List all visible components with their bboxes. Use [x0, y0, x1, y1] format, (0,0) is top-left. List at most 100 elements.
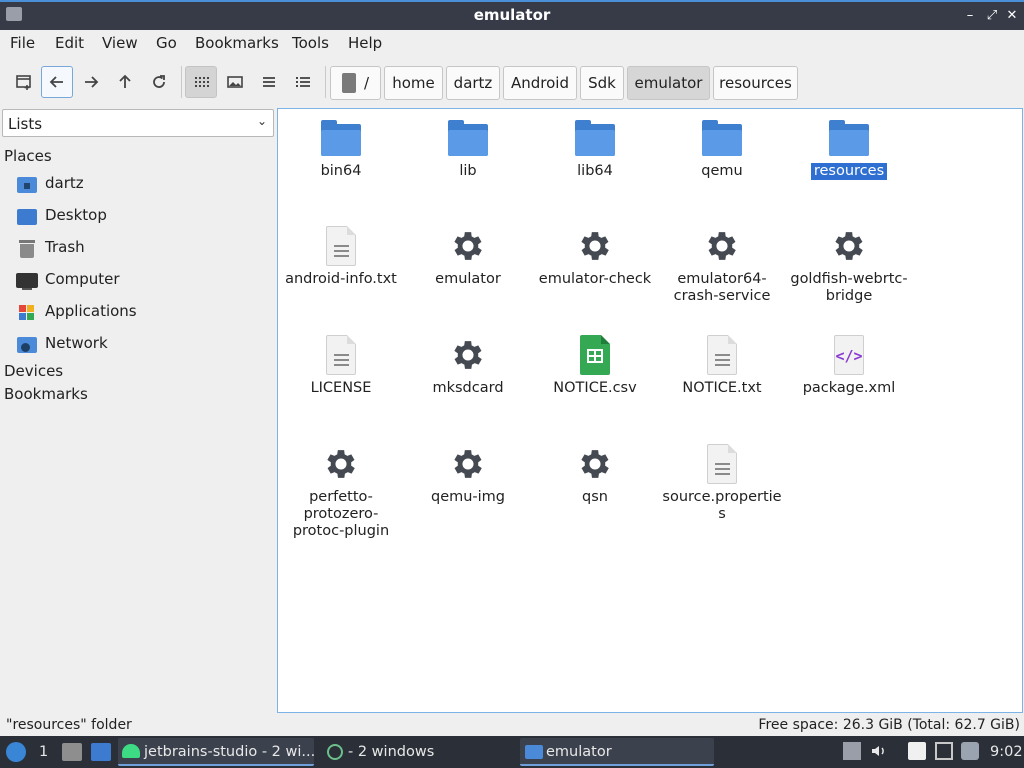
file-name: NOTICE.txt [682, 380, 762, 396]
places-heading[interactable]: Places [4, 147, 52, 165]
file-item-qemu-img[interactable]: qemu-img [408, 443, 528, 506]
back-button[interactable] [41, 66, 73, 98]
show-desktop-icon[interactable] [91, 743, 111, 761]
window-title: emulator [473, 6, 551, 24]
task-emulator[interactable]: emulator [520, 738, 714, 766]
trash-icon [16, 238, 38, 258]
file-item-lib64[interactable]: lib64 [535, 117, 655, 180]
detailed-list-icon [296, 77, 310, 87]
file-item-source-properties[interactable]: source.properties [662, 443, 782, 523]
icon-view-button[interactable] [185, 66, 217, 98]
file-name: emulator64-crash-service [673, 271, 771, 304]
new-tab-button[interactable] [8, 66, 40, 98]
file-item-emulator-check[interactable]: emulator-check [535, 225, 655, 288]
place-trash[interactable]: Trash [16, 236, 266, 260]
forward-button[interactable] [75, 66, 107, 98]
gear-icon [319, 443, 363, 487]
file-icon-view[interactable]: bin64 lib lib64 qemu resources android-i… [277, 108, 1023, 713]
xml-file-icon: </> [827, 334, 871, 378]
detailed-list-view-button[interactable] [287, 66, 319, 98]
clock[interactable]: 9:02 [990, 739, 1023, 765]
window-titlebar[interactable]: emulator – ⤢ ✕ [0, 0, 1024, 30]
thumbnail-view-button[interactable] [219, 66, 251, 98]
close-button[interactable]: ✕ [1002, 6, 1022, 26]
new-tab-icon [16, 75, 31, 90]
breadcrumb-android[interactable]: Android [503, 66, 577, 100]
file-item-mksdcard[interactable]: mksdcard [408, 334, 528, 397]
android-studio-icon [122, 744, 140, 758]
menu-tools[interactable]: Tools [292, 34, 329, 52]
file-item-emulator64-crash-service[interactable]: emulator64-crash-service [662, 225, 782, 305]
menu-view[interactable]: View [102, 34, 138, 52]
menu-edit[interactable]: Edit [55, 34, 84, 52]
place-network[interactable]: Network [16, 332, 266, 356]
menu-go[interactable]: Go [156, 34, 177, 52]
menu-help[interactable]: Help [348, 34, 382, 52]
start-menu-icon[interactable] [6, 742, 26, 762]
file-name: android-info.txt [285, 271, 397, 287]
file-name: perfetto-protozero-protoc-plugin [292, 489, 390, 539]
bookmarks-heading[interactable]: Bookmarks [4, 385, 88, 403]
compact-view-button[interactable] [253, 66, 285, 98]
workspace-switcher[interactable]: 1 [39, 739, 48, 765]
minimize-button[interactable]: – [960, 6, 980, 26]
notification-icon[interactable] [843, 742, 861, 760]
drive-icon [341, 73, 356, 93]
selection-status: "resources" folder [6, 717, 132, 733]
status-bar: "resources" folder Free space: 26.3 GiB … [0, 714, 1024, 736]
place-computer[interactable]: Computer [16, 268, 266, 292]
file-item-perfetto-protozero-protoc-plugin[interactable]: perfetto-protozero-protoc-plugin [281, 443, 401, 540]
file-item-package-xml[interactable]: </> package.xml [789, 334, 909, 397]
menu-bookmarks[interactable]: Bookmarks [195, 34, 279, 52]
file-item-lib[interactable]: lib [408, 117, 528, 180]
file-manager-launcher-icon[interactable] [62, 743, 82, 761]
side-pane-mode-select[interactable]: Lists ⌄ [2, 109, 274, 137]
applications-icon [16, 302, 38, 322]
place-applications[interactable]: Applications [16, 300, 266, 324]
chevron-down-icon: ⌄ [256, 114, 267, 128]
clipboard-icon[interactable] [908, 742, 926, 760]
task-other-windows[interactable]: - 2 windows [322, 738, 512, 766]
reload-button[interactable] [143, 66, 175, 98]
file-item-goldfish-webrtc-bridge[interactable]: goldfish-webrtc-bridge [789, 225, 909, 305]
breadcrumb-resources[interactable]: resources [713, 66, 798, 100]
file-item-notice-csv[interactable]: NOTICE.csv [535, 334, 655, 397]
file-item-qsn[interactable]: qsn [535, 443, 655, 506]
maximize-button[interactable]: ⤢ [982, 6, 1002, 26]
place-label: dartz [45, 174, 84, 192]
place-desktop[interactable]: Desktop [16, 204, 266, 228]
devices-heading[interactable]: Devices [4, 362, 63, 380]
place-dartz[interactable]: dartz [16, 172, 266, 196]
file-item-resources[interactable]: resources [789, 117, 909, 180]
up-button[interactable] [109, 66, 141, 98]
home-folder-icon [16, 174, 38, 194]
breadcrumb-root[interactable]: / [330, 66, 381, 100]
breadcrumb-emulator[interactable]: emulator [627, 66, 710, 100]
file-item-bin64[interactable]: bin64 [281, 117, 401, 180]
arrow-up-icon [119, 74, 131, 88]
network-icon[interactable] [935, 742, 953, 760]
file-name: mksdcard [432, 380, 504, 396]
breadcrumb-dartz[interactable]: dartz [446, 66, 500, 100]
place-label: Computer [45, 270, 120, 288]
place-label: Trash [45, 238, 85, 256]
folder-icon [573, 117, 617, 161]
task-jetbrains-studio[interactable]: jetbrains-studio - 2 wi... [118, 738, 314, 766]
file-name: emulator [435, 271, 501, 287]
text-file-icon [319, 334, 363, 378]
gear-icon [573, 225, 617, 269]
breadcrumb-sdk[interactable]: Sdk [580, 66, 624, 100]
volume-icon[interactable] [870, 742, 888, 760]
updates-icon[interactable] [961, 742, 979, 760]
file-item-license[interactable]: LICENSE [281, 334, 401, 397]
file-item-qemu[interactable]: qemu [662, 117, 782, 180]
breadcrumb-home[interactable]: home [384, 66, 443, 100]
file-item-emulator[interactable]: emulator [408, 225, 528, 288]
file-item-android-info-txt[interactable]: android-info.txt [281, 225, 401, 288]
file-name-selected: resources [810, 163, 888, 180]
file-name: bin64 [320, 163, 362, 179]
file-item-notice-txt[interactable]: NOTICE.txt [662, 334, 782, 397]
menu-file[interactable]: File [10, 34, 35, 52]
task-label: emulator [546, 744, 612, 760]
file-name: package.xml [802, 380, 896, 396]
